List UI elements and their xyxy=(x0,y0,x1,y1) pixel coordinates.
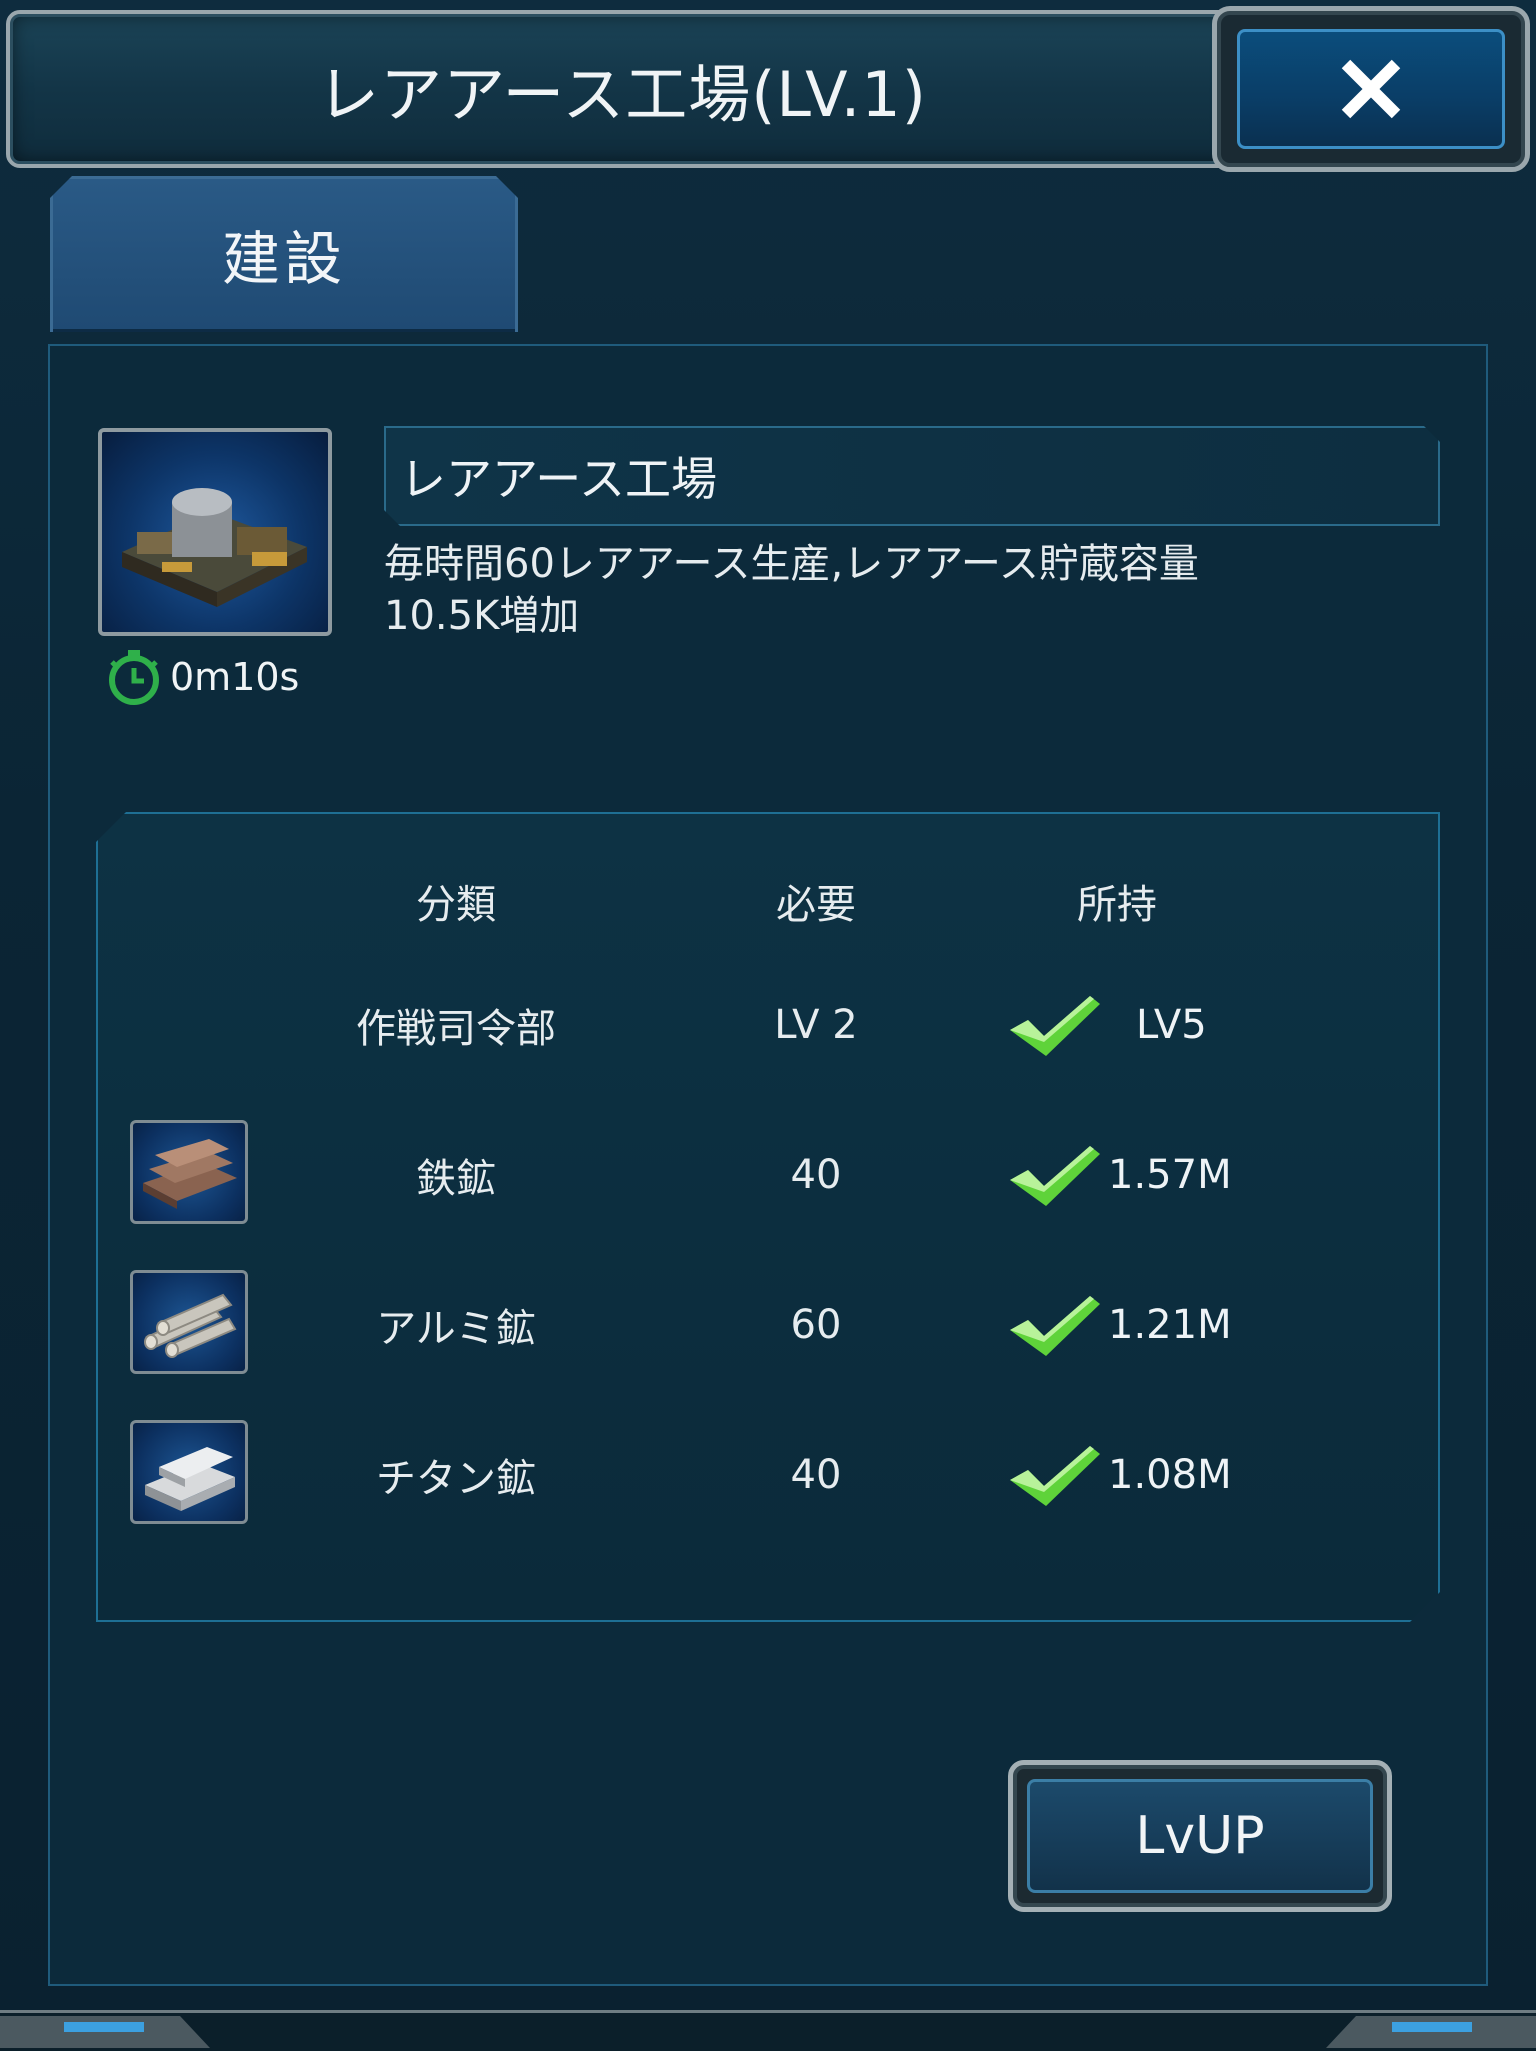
building-description: 毎時間60レアアース生産,レアアース貯蔵容量 10.5K増加 xyxy=(384,538,1404,642)
bottom-right-light xyxy=(1392,2022,1472,2032)
aluminum-ore-icon xyxy=(130,1270,248,1374)
build-time: 0m10s xyxy=(170,655,300,699)
bottom-left-light xyxy=(64,2022,144,2032)
description-line-1: 毎時間60レアアース生産,レアアース貯蔵容量 xyxy=(384,541,1199,587)
row-owned: 1.21M xyxy=(1006,1280,1306,1370)
check-icon xyxy=(1010,1296,1100,1356)
owned-value: LV5 xyxy=(1136,1002,1207,1048)
check-icon xyxy=(1010,1146,1100,1206)
iron-ore-icon xyxy=(130,1120,248,1224)
factory-building-image xyxy=(98,428,332,636)
description-line-2: 10.5K増加 xyxy=(384,593,580,639)
bottom-left-corner xyxy=(0,2016,210,2048)
bottom-right-corner xyxy=(1326,2016,1536,2048)
build-timer: 0m10s xyxy=(104,648,299,706)
row-required: LV 2 xyxy=(774,1002,858,1048)
row-category: 鉄鉱 xyxy=(416,1156,496,1202)
row-category: チタン鉱 xyxy=(376,1456,536,1502)
row-owned: 1.08M xyxy=(1006,1430,1306,1520)
header-category: 分類 xyxy=(416,882,496,928)
title-bar: レアアース工場(LV.1) xyxy=(6,10,1238,168)
building-name: レアアース工場 xyxy=(400,452,717,506)
header-owned: 所持 xyxy=(1077,882,1157,928)
stopwatch-icon xyxy=(109,650,159,705)
row-required: 40 xyxy=(790,1452,842,1498)
tab-build-label: 建設 xyxy=(221,225,346,293)
check-icon xyxy=(1010,996,1100,1056)
tab-build[interactable]: 建設 xyxy=(50,176,518,332)
bottom-frame xyxy=(0,2010,1536,2051)
header-required: 必要 xyxy=(776,882,856,928)
close-icon xyxy=(1341,59,1401,119)
row-owned: 1.57M xyxy=(1006,1130,1306,1220)
row-category: アルミ鉱 xyxy=(376,1306,536,1352)
row-category: 作戦司令部 xyxy=(356,1006,556,1052)
lvup-button[interactable]: LvUP xyxy=(1008,1760,1392,1912)
row-required: 60 xyxy=(790,1302,842,1348)
owned-value: 1.08M xyxy=(1108,1452,1232,1498)
check-icon xyxy=(1010,1446,1100,1506)
row-required: 40 xyxy=(790,1152,842,1198)
close-button[interactable] xyxy=(1212,6,1530,172)
window-title: レアアース工場(LV.1) xyxy=(317,58,927,131)
owned-value: 1.57M xyxy=(1108,1152,1232,1198)
row-owned: LV5 xyxy=(1006,980,1306,1070)
owned-value: 1.21M xyxy=(1108,1302,1232,1348)
lvup-label: LvUP xyxy=(1027,1779,1373,1893)
titanium-ore-icon xyxy=(130,1420,248,1524)
